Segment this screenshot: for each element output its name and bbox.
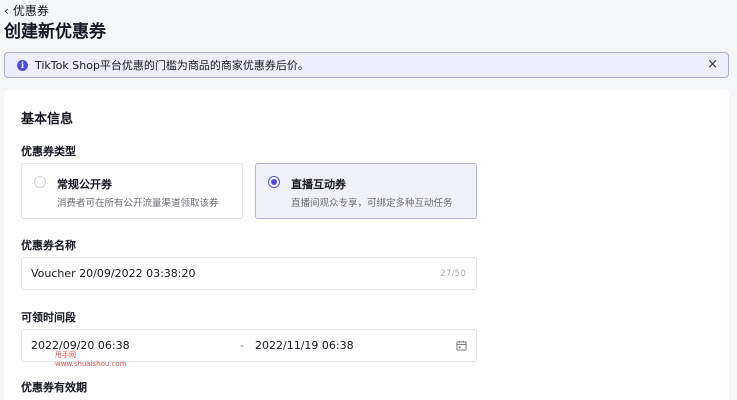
coupon-name-value[interactable]: Voucher 20/09/2022 03:38:20: [31, 267, 195, 280]
page-title: 创建新优惠券: [4, 22, 106, 42]
watermark: 甩手网 www.shuaishou.com: [55, 351, 127, 369]
coupon-type-option-regular[interactable]: 常规公开券 消费者可在所有公开流量渠道领取该券: [21, 163, 243, 219]
coupon-type-label: 优惠券类型: [21, 145, 76, 158]
watermark-line2: www.shuaishou.com: [55, 360, 127, 368]
section-title: 基本信息: [21, 112, 74, 127]
watermark-line1: 甩手网: [55, 351, 76, 359]
calendar-icon[interactable]: [456, 340, 467, 351]
coupon-name-input[interactable]: Voucher 20/09/2022 03:38:20 27/50: [21, 257, 477, 290]
option-desc: 消费者可在所有公开流量渠道领取该券: [57, 198, 219, 209]
info-alert: i TikTok Shop平台优惠的门槛为商品的商家优惠券后价。 ×: [4, 52, 729, 78]
coupon-name-label: 优惠券名称: [21, 239, 76, 252]
option-title: 常规公开券: [57, 178, 112, 191]
info-icon: i: [17, 59, 28, 71]
validity-label: 优惠券有效期: [21, 381, 87, 394]
radio-selected[interactable]: [268, 176, 280, 188]
radio-unselected[interactable]: [34, 176, 46, 188]
option-desc: 直播间观众专享，可绑定多种互动任务: [291, 198, 453, 209]
char-counter: 27/50: [440, 269, 466, 279]
coupon-type-option-live[interactable]: 直播互动券 直播间观众专享，可绑定多种互动任务: [255, 163, 477, 219]
claim-period-label: 可领时间段: [21, 311, 76, 324]
chevron-left-icon[interactable]: ‹: [4, 5, 9, 17]
date-separator: -: [240, 339, 244, 352]
end-date[interactable]: 2022/11/19 06:38: [255, 339, 354, 352]
alert-text: TikTok Shop平台优惠的门槛为商品的商家优惠券后价。: [35, 59, 309, 72]
option-title: 直播互动券: [291, 178, 346, 191]
close-icon[interactable]: ×: [707, 57, 718, 72]
